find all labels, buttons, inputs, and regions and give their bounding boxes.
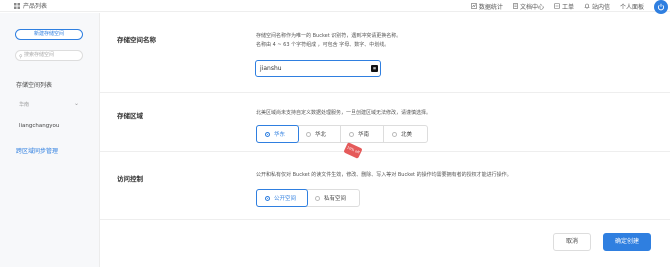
region-label: 存储区域 <box>117 112 143 120</box>
access-section: 访问控制 公开和私有仅对 Bucket 的读文件生效，修改、删除、写入等对 Bu… <box>100 152 670 220</box>
nav-ticket-label: 工单 <box>561 3 574 11</box>
bucket-name-desc-2: 名称由 4 ~ 63 个字符组成 ，可包含 字母、数字、中划线。 <box>256 42 390 48</box>
chart-icon <box>471 3 477 9</box>
region-option-label: 华北 <box>315 132 327 138</box>
region-option-label: 北美 <box>401 132 413 138</box>
nav-stats-label: 数据统计 <box>478 3 503 11</box>
region-option-label: 华南 <box>358 132 370 138</box>
region-desc: 北美区域尚未支持自定义数据处理服务，一旦创建区域无法修改，请谨慎选择。 <box>256 110 432 116</box>
region-option-east[interactable]: 华东 <box>256 125 299 143</box>
bucket-name-label: 存储空间名称 <box>117 36 156 44</box>
access-option-label: 私有空间 <box>324 196 347 202</box>
nav-profile[interactable]: 个人面板 <box>620 2 644 11</box>
region-option-na[interactable]: 北美 <box>384 126 427 142</box>
bucket-name-input[interactable]: jianshu ▦ <box>255 60 381 77</box>
bell-icon <box>584 3 590 9</box>
bucket-name-desc-1: 存储空间名称作为唯一的 Bucket 识别符，遇到冲突请更换名称。 <box>256 33 402 39</box>
search-placeholder: 搜索存储空间 <box>24 52 55 58</box>
access-label: 访问控制 <box>117 175 143 183</box>
region-option-label: 华东 <box>274 132 286 138</box>
breadcrumb[interactable]: 产品列表 <box>14 1 47 10</box>
nav-stats[interactable]: 数据统计 <box>471 2 503 11</box>
document-icon <box>513 3 518 9</box>
create-button[interactable]: 确定创建 <box>603 233 651 251</box>
region-option-south[interactable]: 华南 <box>341 126 384 142</box>
nav-messages[interactable]: 站内信 <box>584 2 610 11</box>
bucket-list-title: 存储空间列表 <box>16 82 53 89</box>
region-option-north[interactable]: 华北 <box>298 126 341 142</box>
grid-icon <box>14 2 20 9</box>
nav-messages-label: 站内信 <box>591 3 610 11</box>
chevron-down-icon: ⌄ <box>73 100 79 107</box>
radio-icon <box>392 131 397 137</box>
ticket-icon <box>554 3 560 9</box>
cancel-button[interactable]: 取消 <box>553 233 591 251</box>
region-group-toggle[interactable]: 华南 ⌄ <box>19 100 81 108</box>
radio-icon <box>349 131 354 137</box>
radio-icon <box>315 195 320 201</box>
bucket-search-input[interactable]: ⚲ 搜索存储空间 <box>15 50 83 61</box>
top-bar: 产品列表 数据统计 文档中心 工单 站内信 个人面板 <box>0 0 670 14</box>
access-option-label: 公开空间 <box>274 196 297 202</box>
access-desc: 公开和私有仅对 Bucket 的读文件生效，修改、删除、写入等对 Bucket … <box>256 172 512 178</box>
nav-docs[interactable]: 文档中心 <box>513 2 544 11</box>
bucket-name-section: 存储空间名称 存储空间名称作为唯一的 Bucket 识别符，遇到冲突请更换名称。… <box>100 13 670 93</box>
new-bucket-button[interactable]: 新建存储空间 <box>15 29 83 40</box>
nav-ticket[interactable]: 工单 <box>554 2 574 11</box>
radio-selected-icon <box>265 131 270 137</box>
region-group-label: 华南 <box>19 102 30 108</box>
radio-icon <box>306 131 311 137</box>
access-option-public[interactable]: 公开空间 <box>256 189 308 207</box>
bucket-name-value: jianshu <box>260 65 282 72</box>
nav-profile-label: 个人面板 <box>619 3 644 11</box>
access-radio-group: 公开空间 私有空间 <box>256 189 360 207</box>
access-option-private[interactable]: 私有空间 <box>307 190 359 206</box>
region-radio-group: 华东 华北 华南 北美 <box>256 125 428 143</box>
user-icon[interactable] <box>654 0 668 14</box>
bucket-list-item[interactable]: liangchangyou <box>19 123 59 129</box>
input-helper-icon: ▦ <box>371 65 378 72</box>
region-section: 存储区域 北美区域尚未支持自定义数据处理服务，一旦创建区域无法修改，请谨慎选择。 <box>100 93 670 152</box>
nav-docs-label: 文档中心 <box>519 3 544 11</box>
sidebar: 新建存储空间 ⚲ 搜索存储空间 存储空间列表 华南 ⌄ liangchangyo… <box>0 13 100 267</box>
radio-selected-icon <box>265 195 270 201</box>
product-list-link[interactable]: 产品列表 <box>23 1 47 10</box>
cross-region-sync-link[interactable]: 跨区域同步管理 <box>16 146 58 155</box>
search-icon: ⚲ <box>19 54 23 60</box>
